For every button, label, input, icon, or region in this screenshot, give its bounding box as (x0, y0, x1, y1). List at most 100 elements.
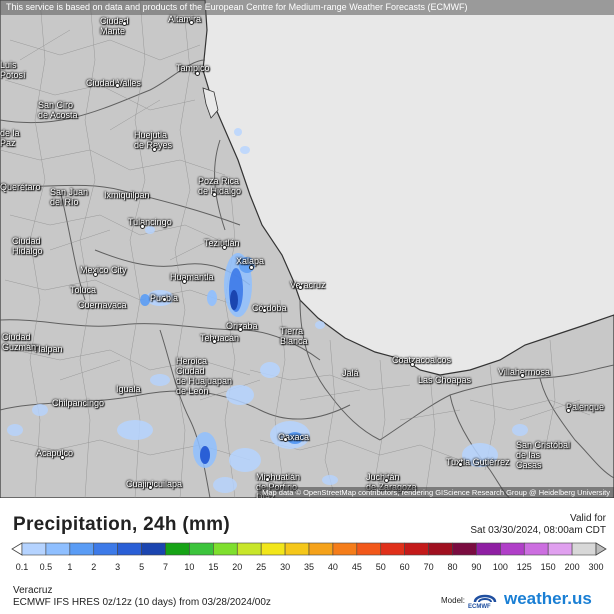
city-marker (283, 437, 288, 442)
legend-color-box (404, 542, 429, 556)
city-label: Tampico (176, 63, 210, 73)
city-marker (60, 455, 65, 460)
city-label: San Juan del Río (50, 187, 89, 207)
legend-tick-label: 80 (447, 562, 458, 572)
city-label: Heroica Ciudad de Huajuapan de León (176, 356, 233, 396)
legend-tick-label: 3 (115, 562, 121, 572)
legend-color-box (284, 542, 310, 556)
legend-color-box (308, 542, 334, 556)
city-marker (249, 265, 254, 270)
model-run-info: ECMWF IFS HRES 0z/12z (10 days) from 03/… (13, 597, 271, 608)
city-label: San Cristóbal de las Casas (516, 440, 571, 470)
city-marker (458, 462, 463, 467)
attribution-text: Map data © OpenStreetMap contributors, r… (262, 488, 610, 497)
city-marker (410, 362, 415, 367)
legend-color-box (213, 542, 238, 556)
city-label: Altamira (168, 14, 202, 24)
legend-tick-label: 125 (516, 562, 532, 572)
precipitation-map[interactable]: This service is based on data and produc… (0, 0, 614, 498)
city-label: Acapulco (36, 448, 74, 458)
city-marker (140, 224, 145, 229)
city-marker (520, 373, 525, 378)
city-label: Tuxtla Gutiérrez (446, 457, 510, 467)
legend-min-arrow (11, 542, 23, 556)
legend-tick-label: 45 (351, 562, 362, 572)
city-label: Palenque (566, 402, 605, 412)
city-marker (162, 297, 167, 302)
legend-color-box (141, 542, 166, 556)
city-label: Ciudad Mante (100, 16, 129, 36)
legend-color-box (260, 542, 286, 556)
legend-color-box (93, 542, 118, 556)
legend-color-box (500, 542, 525, 556)
legend-tick-label: 0.1 (15, 562, 29, 572)
legend-tick-label: 150 (540, 562, 556, 572)
precipitation-color-scale (11, 542, 607, 556)
legend-tick-label: 40 (327, 562, 338, 572)
city-label: Tehuacán (200, 333, 240, 343)
city-label: Luis Potosí (0, 60, 26, 80)
city-label: Cuajinicuilapa (126, 479, 183, 489)
legend-color-box (21, 542, 47, 556)
city-marker (566, 408, 571, 413)
city-marker (122, 21, 127, 26)
city-label: Ciudad Guzmán (2, 332, 37, 352)
city-label: Mexico City (80, 265, 127, 275)
legend-tick-label: 50 (375, 562, 386, 572)
legend-tick-label: 7 (162, 562, 169, 572)
weather-us-logo[interactable]: weather.us (504, 589, 592, 609)
legend-color-box (236, 542, 262, 556)
city-label: Querétaro (0, 182, 41, 192)
legend-tick-label: 15 (208, 562, 219, 572)
city-marker (182, 279, 187, 284)
city-label: Iguala (116, 384, 141, 394)
legend-color-box (332, 542, 358, 556)
legend-color-box (117, 542, 142, 556)
legend-tick-label: 25 (256, 562, 267, 572)
city-marker (195, 71, 200, 76)
legend-color-box (452, 542, 477, 556)
legend-tick-label: 300 (588, 562, 604, 572)
city-marker (148, 485, 153, 490)
legend-tick-label: 35 (303, 562, 315, 572)
model-label: Model: (441, 596, 466, 605)
legend-color-box (189, 542, 214, 556)
legend-tick-label: 2 (91, 562, 97, 572)
legend-tick-label: 10 (184, 562, 195, 572)
city-marker (93, 272, 98, 277)
legend-color-box (571, 542, 597, 556)
valid-time: Sat 03/30/2024, 08:00am CDT (470, 525, 606, 536)
city-label: Veracruz (290, 280, 326, 290)
legend-tick-label: 200 (564, 562, 580, 572)
legend-color-box (69, 542, 95, 556)
valid-for-label: Valid for (570, 513, 606, 524)
city-label: Ciudad Hidalgo (12, 236, 43, 256)
legend-tick-label: 100 (492, 562, 508, 572)
city-marker (238, 327, 243, 332)
city-label: Jalá (342, 368, 359, 378)
city-marker (262, 308, 267, 313)
city-label: Coatzacoalcos (392, 355, 452, 365)
city-label: Ciudad Valles (86, 78, 141, 88)
legend-color-box (428, 542, 453, 556)
legend-color-box (45, 542, 71, 556)
city-label: San Ciro de Acosta (38, 100, 78, 120)
city-marker (212, 192, 217, 197)
weather-map-page: This service is based on data and produc… (0, 0, 614, 614)
city-label: Tulancingo (128, 217, 172, 227)
banner-text: This service is based on data and produc… (6, 2, 468, 12)
city-label: Toluca (70, 285, 97, 295)
city-label: de la Paz (0, 128, 20, 148)
city-marker (189, 20, 194, 25)
city-marker (115, 83, 120, 88)
city-marker (265, 477, 270, 482)
legend-tick-label: 60 (399, 562, 410, 572)
legend-color-box (165, 542, 190, 556)
city-label: Huamantla (170, 272, 214, 282)
legend-tick-label: 1 (67, 562, 73, 572)
legend-tick-label: 20 (232, 562, 243, 572)
city-label: Chilpancingo (52, 398, 105, 408)
city-marker (222, 245, 227, 250)
legend-tick-label: 0.5 (39, 562, 53, 572)
location-name: Veracruz (13, 585, 53, 596)
